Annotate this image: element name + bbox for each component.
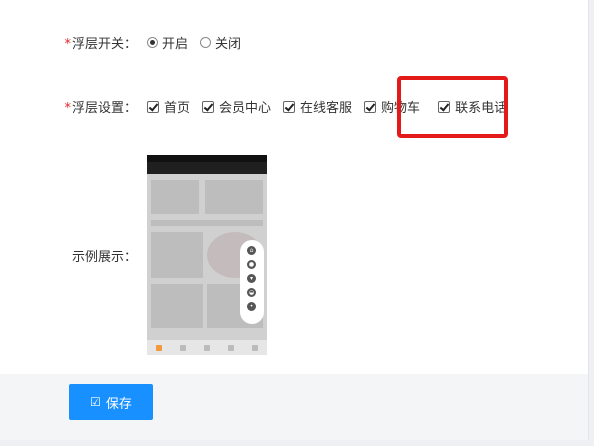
phone-icon: • [247,302,256,311]
checkbox-home-label: 首页 [164,101,191,116]
float-switch-label: *浮层开关： [0,33,137,52]
highlight-box [397,76,508,138]
save-button[interactable]: ☑ 保存 [69,384,153,420]
save-button-label: 保存 [105,396,132,412]
radio-off-indicator[interactable] [200,37,212,48]
float-switch-label-text: 浮层开关： [71,37,137,52]
required-mark: * [64,37,71,52]
user-icon: ● [247,260,256,269]
checkbox-online-service-box[interactable] [283,100,296,113]
phone-status-bar [147,155,267,162]
radio-on-indicator[interactable] [147,37,158,48]
checkbox-online-service-label: 在线客服 [300,101,353,116]
cart-icon: ▾ [247,274,256,283]
phone-nav-bar [147,162,267,174]
float-settings-label-text: 浮层设置： [71,101,137,116]
radio-off[interactable]: 关闭 [200,33,241,52]
example-label: 示例展示： [71,250,137,265]
edit-check-icon: ☑ [90,395,101,409]
checkbox-online-service[interactable]: 在线客服 [283,97,352,116]
service-icon: ◒ [247,288,256,297]
radio-on[interactable]: 开启 [147,33,188,52]
checkbox-member-center-label: 会员中心 [219,101,272,116]
settings-card: *浮层开关： 开启 关闭 *浮层设置： 首页 会员中心 在线客服 购物车 联系电… [0,0,589,440]
float-switch-options: 开启 关闭 [147,33,253,52]
float-bar-preview: ⌂ ● ▾ ◒ • [240,240,264,324]
float-settings-label: *浮层设置： [0,97,137,116]
phone-tab-bar [147,340,267,355]
checkbox-home[interactable]: 首页 [147,97,190,116]
radio-off-label: 关闭 [215,37,242,52]
checkbox-cart-box[interactable] [364,100,377,113]
float-switch-row: *浮层开关： 开启 关闭 [0,33,253,52]
checkbox-member-center[interactable]: 会员中心 [202,97,271,116]
example-row: 示例展示： [0,246,137,265]
required-mark: * [64,101,71,116]
checkbox-member-center-box[interactable] [202,100,215,113]
radio-on-label: 开启 [162,37,189,52]
home-icon: ⌂ [247,246,256,255]
checkbox-home-box[interactable] [147,100,159,113]
